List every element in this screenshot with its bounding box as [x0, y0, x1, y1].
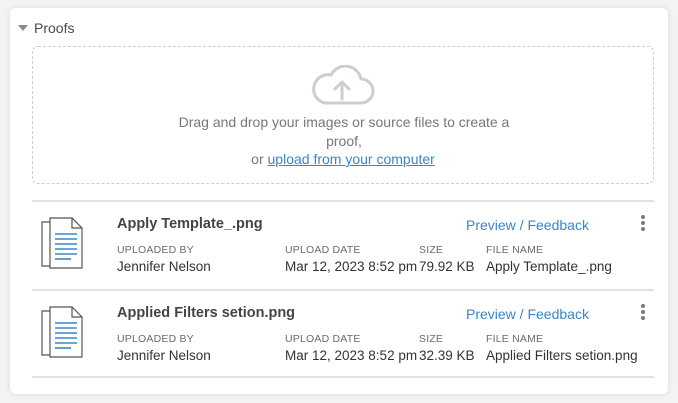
- kebab-menu-icon[interactable]: [636, 303, 650, 323]
- file-dropzone[interactable]: Drag and drop your images or source file…: [32, 46, 654, 184]
- size-label: SIZE: [419, 333, 444, 345]
- upload-date-label: UPLOAD DATE: [285, 333, 361, 345]
- size-label: SIZE: [419, 244, 444, 256]
- proofs-section-toggle[interactable]: Proofs: [18, 18, 74, 38]
- upload-line: or upload from your computer: [33, 151, 653, 167]
- document-icon: [41, 217, 83, 269]
- file-name-label: FILE NAME: [486, 244, 544, 256]
- dropzone-instructions: Drag and drop your images or source file…: [178, 114, 510, 149]
- uploaded-by-label: UPLOADED BY: [117, 244, 194, 256]
- upload-prefix: or: [251, 151, 264, 167]
- file-title[interactable]: Apply Template_.png: [117, 216, 263, 232]
- uploaded-by-label: UPLOADED BY: [117, 333, 194, 345]
- file-name-value: Apply Template_.png: [486, 259, 612, 274]
- upload-from-computer-link[interactable]: upload from your computer: [268, 151, 435, 167]
- size-value: 79.92 KB: [419, 259, 475, 274]
- uploaded-by-value: Jennifer Nelson: [117, 348, 211, 363]
- proof-file-list: Apply Template_.png Preview / Feedback U…: [32, 200, 654, 378]
- preview-feedback-link[interactable]: Preview / Feedback: [466, 306, 589, 322]
- cloud-upload-icon: [312, 65, 375, 105]
- preview-feedback-link[interactable]: Preview / Feedback: [466, 217, 589, 233]
- size-value: 32.39 KB: [419, 348, 475, 363]
- upload-date-label: UPLOAD DATE: [285, 244, 361, 256]
- proofs-panel: Proofs Drag and drop your images or sour…: [10, 8, 668, 394]
- file-name-value: Applied Filters setion.png: [486, 348, 638, 363]
- uploaded-by-value: Jennifer Nelson: [117, 259, 211, 274]
- section-title: Proofs: [34, 20, 75, 36]
- file-title[interactable]: Applied Filters setion.png: [117, 305, 295, 321]
- file-name-label: FILE NAME: [486, 333, 544, 345]
- document-icon: [41, 306, 83, 358]
- upload-date-value: Mar 12, 2023 8:52 pm: [285, 348, 418, 363]
- kebab-menu-icon[interactable]: [636, 214, 650, 234]
- caret-down-icon: [18, 25, 28, 31]
- file-row: Applied Filters setion.png Preview / Fee…: [32, 289, 654, 378]
- upload-date-value: Mar 12, 2023 8:52 pm: [285, 259, 418, 274]
- file-row: Apply Template_.png Preview / Feedback U…: [32, 200, 654, 289]
